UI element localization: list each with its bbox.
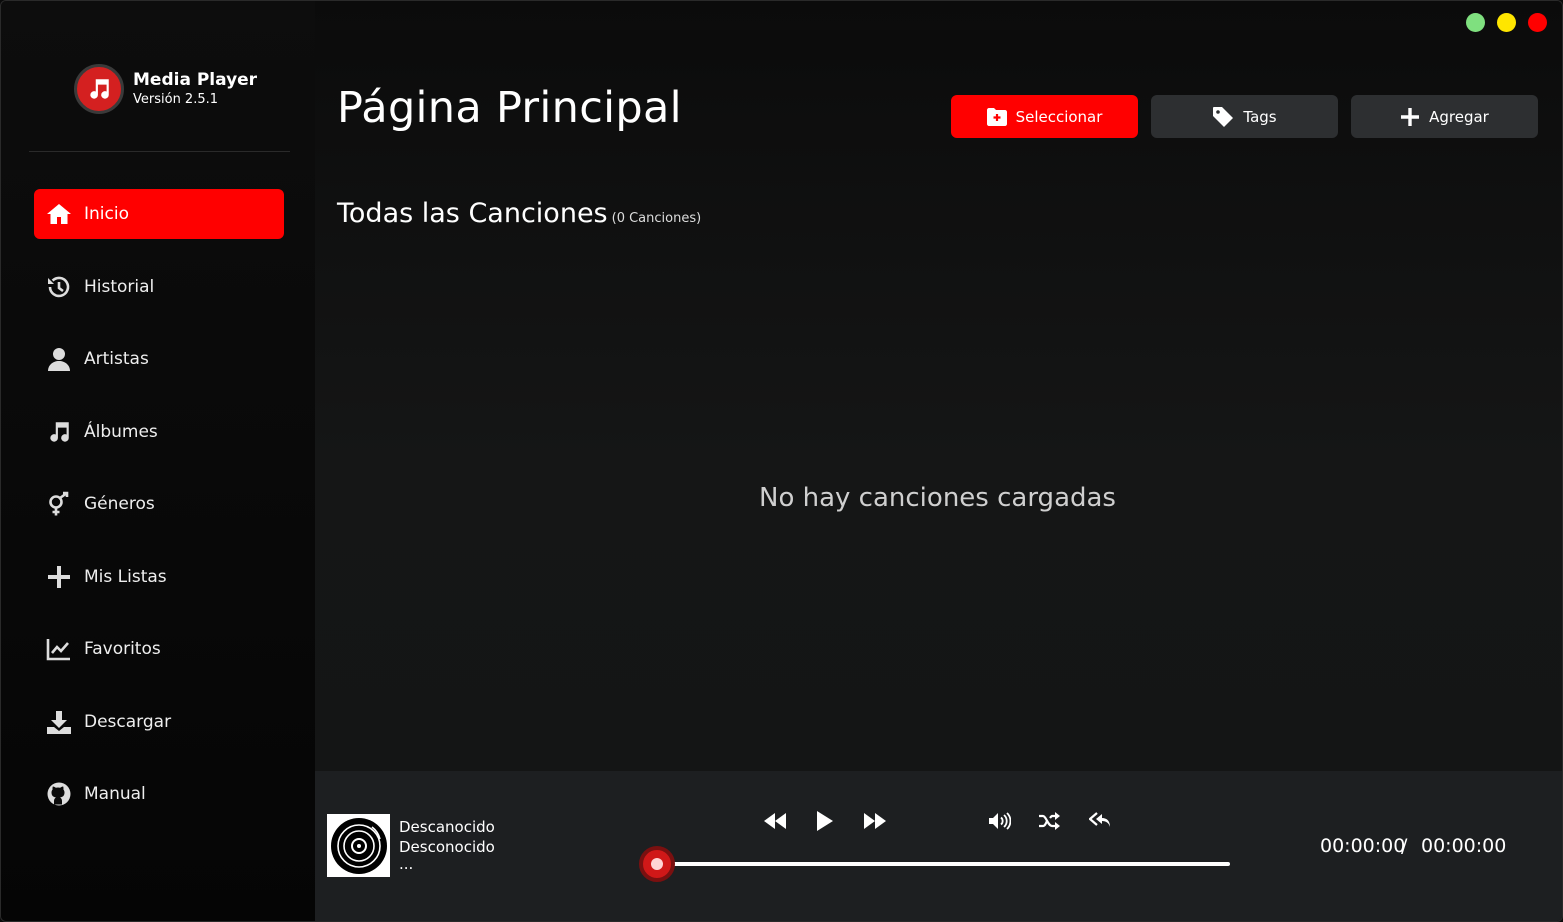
plus-icon	[45, 563, 73, 591]
progress-thumb[interactable]	[639, 846, 675, 882]
vinyl-record-icon	[330, 817, 387, 874]
shuffle-button[interactable]	[1036, 807, 1064, 835]
select-button-label: Seleccionar	[1015, 107, 1103, 126]
sidebar-item-albumes[interactable]: Álbumes	[34, 407, 284, 457]
app-version: Versión 2.5.1	[133, 92, 219, 107]
sidebar-item-label: Artistas	[84, 349, 149, 369]
section-title-text: Todas las Canciones	[337, 198, 608, 229]
add-button-label: Agregar	[1429, 107, 1489, 126]
shuffle-icon	[1039, 812, 1060, 830]
sidebar-item-favoritos[interactable]: Favoritos	[34, 624, 284, 674]
sidebar-item-label: Historial	[84, 276, 155, 297]
chart-line-icon	[45, 635, 73, 663]
sidebar-item-label: Descargar	[84, 711, 172, 732]
volume-button[interactable]	[986, 807, 1014, 835]
sidebar-item-historial[interactable]: Historial	[34, 262, 284, 312]
time-separator: /	[1401, 835, 1408, 857]
minimize-window-button[interactable]	[1497, 13, 1516, 32]
sidebar-item-manual[interactable]: Manual	[34, 769, 284, 819]
total-time: 00:00:00	[1421, 835, 1507, 857]
main-content: Página Principal Seleccionar Tags Agrega…	[315, 1, 1562, 771]
play-icon	[817, 811, 833, 831]
select-button[interactable]: Seleccionar	[951, 95, 1138, 138]
sidebar-item-label: Mis Listas	[84, 566, 167, 587]
genders-icon	[45, 490, 73, 518]
github-icon	[45, 780, 73, 808]
section-title: Todas las Canciones (0 Canciones)	[337, 198, 701, 229]
app-title: Media Player	[133, 70, 258, 90]
user-icon	[45, 345, 73, 373]
sidebar-item-mis-listas[interactable]: Mis Listas	[34, 552, 284, 602]
volume-icon	[989, 812, 1011, 830]
previous-button[interactable]	[761, 807, 789, 835]
sidebar-item-label: Inicio	[84, 204, 129, 224]
sidebar-divider	[29, 151, 290, 152]
play-button[interactable]	[811, 807, 839, 835]
sidebar-nav: Inicio Historial Artistas Álbumes Género…	[34, 189, 284, 842]
track-info: Descanocido Desconocido ...	[399, 817, 495, 873]
music-logo-icon	[74, 64, 124, 114]
album-cover	[327, 814, 390, 877]
close-window-button[interactable]	[1528, 13, 1547, 32]
sidebar-item-label: Manual	[84, 784, 146, 804]
page-title: Página Principal	[337, 83, 682, 133]
fast-forward-icon	[864, 813, 886, 829]
add-button[interactable]: Agregar	[1351, 95, 1538, 138]
sidebar-item-inicio[interactable]: Inicio	[34, 189, 284, 239]
tag-icon	[1213, 106, 1234, 127]
sidebar-item-label: Géneros	[84, 494, 155, 514]
song-count: (0 Canciones)	[611, 211, 702, 226]
sidebar-item-descargar[interactable]: Descargar	[34, 697, 284, 747]
app-window: Media Player Versión 2.5.1 Inicio Histor…	[0, 0, 1563, 922]
current-time: 00:00:00	[1320, 835, 1406, 857]
track-extra: ...	[399, 855, 414, 873]
history-icon	[45, 273, 73, 301]
reply-all-icon	[1089, 812, 1110, 827]
maximize-window-button[interactable]	[1466, 13, 1485, 32]
empty-state-message: No hay canciones cargadas	[759, 483, 1116, 513]
sidebar: Media Player Versión 2.5.1 Inicio Histor…	[1, 1, 315, 921]
next-button[interactable]	[861, 807, 889, 835]
rewind-icon	[764, 813, 786, 829]
sidebar-item-label: Favoritos	[84, 639, 161, 659]
sidebar-item-artistas[interactable]: Artistas	[34, 334, 284, 384]
sidebar-item-label: Álbumes	[84, 421, 158, 442]
folder-plus-icon	[986, 107, 1007, 126]
home-icon	[45, 200, 73, 228]
brand: Media Player Versión 2.5.1	[74, 64, 257, 114]
track-artist: Desconocido	[399, 838, 495, 856]
tags-button-label: Tags	[1243, 107, 1277, 126]
repeat-button[interactable]	[1086, 807, 1114, 835]
player-bar: Descanocido Desconocido ... 00:00:00 / 0…	[315, 771, 1562, 921]
plus-icon	[1401, 107, 1420, 126]
tags-button[interactable]: Tags	[1151, 95, 1338, 138]
music-note-icon	[45, 418, 73, 446]
progress-track[interactable]	[657, 862, 1230, 866]
download-icon	[45, 708, 73, 736]
sidebar-item-generos[interactable]: Géneros	[34, 479, 284, 529]
track-title: Descanocido	[399, 818, 495, 836]
